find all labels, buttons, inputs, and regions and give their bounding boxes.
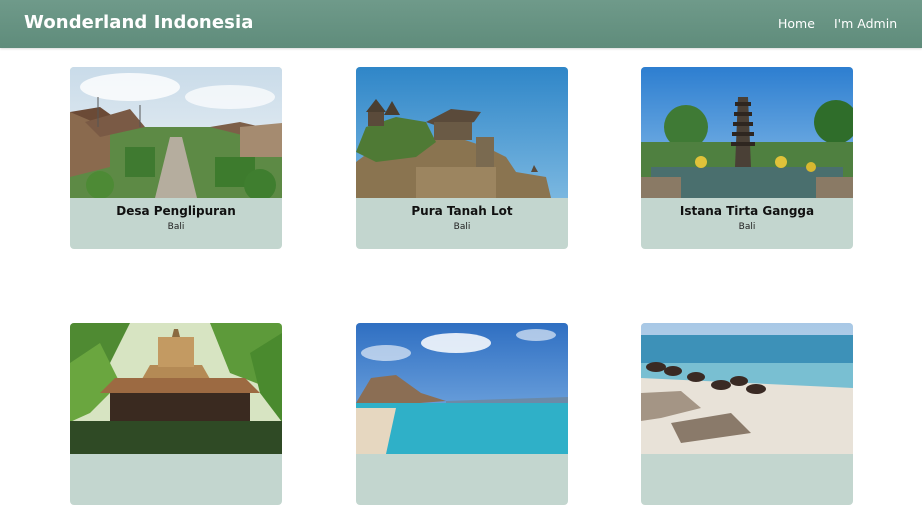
destination-card[interactable]: Desa Penglipuran Bali: [70, 67, 282, 249]
destination-image: [70, 323, 282, 454]
nav-home-link[interactable]: Home: [778, 16, 815, 31]
destination-location: Bali: [738, 222, 756, 232]
destination-card[interactable]: Pura Tanah Lot Bali: [356, 67, 568, 249]
destination-image: [641, 67, 853, 198]
destination-image: [356, 67, 568, 198]
destination-card[interactable]: [641, 323, 853, 505]
destination-image: [70, 67, 282, 198]
destination-image: [356, 323, 568, 454]
destination-card[interactable]: Istana Tirta Gangga Bali: [641, 67, 853, 249]
destination-location: Bali: [167, 222, 185, 232]
destination-card[interactable]: [356, 323, 568, 505]
destination-card[interactable]: [70, 323, 282, 505]
destination-image: [641, 323, 853, 454]
navbar: Wonderland Indonesia Home I'm Admin: [0, 0, 922, 48]
destination-name: Istana Tirta Gangga: [679, 204, 815, 218]
destination-location: Bali: [453, 222, 471, 232]
brand-title[interactable]: Wonderland Indonesia: [24, 12, 253, 33]
destination-name: Pura Tanah Lot: [411, 204, 513, 218]
nav-admin-link[interactable]: I'm Admin: [834, 16, 897, 31]
destination-name: Desa Penglipuran: [116, 204, 236, 218]
